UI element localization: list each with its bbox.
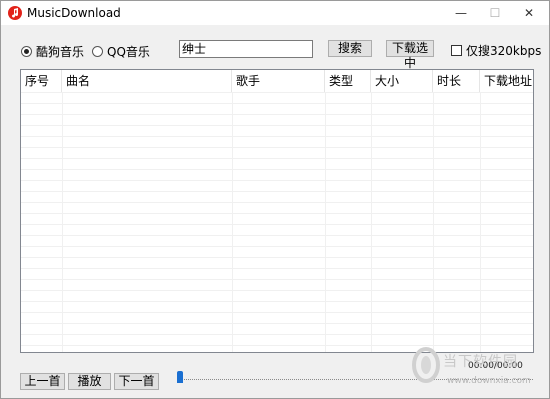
grid-row-line (21, 290, 533, 291)
radio-kugou[interactable]: 酷狗音乐 (21, 43, 84, 60)
grid-row-line (21, 279, 533, 280)
grid-row-line (21, 202, 533, 203)
grid-row-line (21, 301, 533, 302)
app-window: MusicDownload — ☐ ✕ 酷狗音乐 QQ音乐 绅士 搜索 下载选中… (0, 0, 550, 399)
table-header: 序号 曲名 歌手 类型 大小 时长 下载地址 (21, 70, 533, 92)
next-button[interactable]: 下一首 (114, 373, 159, 390)
grid-row-line (21, 345, 533, 346)
grid-row-line (21, 114, 533, 115)
search-button[interactable]: 搜索 (328, 40, 372, 57)
grid-row-line (21, 103, 533, 104)
progress-thumb[interactable] (177, 371, 183, 383)
col-type[interactable]: 类型 (325, 70, 371, 92)
grid-column-line (371, 92, 372, 352)
download-selected-button[interactable]: 下载选中 (386, 40, 434, 70)
col-size[interactable]: 大小 (371, 70, 433, 92)
maximize-button[interactable]: ☐ (478, 1, 512, 25)
col-artist[interactable]: 歌手 (232, 70, 325, 92)
grid-column-line (480, 92, 481, 352)
grid-column-line (232, 92, 233, 352)
minimize-button[interactable]: — (444, 1, 478, 25)
grid-row-line (21, 268, 533, 269)
close-icon: ✕ (523, 6, 535, 20)
radio-kugou-label: 酷狗音乐 (36, 45, 85, 59)
grid-row-line (21, 224, 533, 225)
grid-column-line (325, 92, 326, 352)
grid-row-line (21, 191, 533, 192)
watermark-url: www.downxia.com (447, 376, 531, 386)
search-input[interactable]: 绅士 (179, 40, 313, 58)
grid-row-line (21, 213, 533, 214)
grid-row-line (21, 147, 533, 148)
music-note-icon (8, 6, 22, 20)
grid-row-line (21, 257, 533, 258)
watermark-logo-icon (412, 347, 440, 383)
grid-row-line (21, 312, 533, 313)
minimize-icon: — (455, 6, 467, 20)
grid-column-line (433, 92, 434, 352)
prev-button[interactable]: 上一首 (20, 373, 65, 390)
grid-column-line (62, 92, 63, 352)
grid-row-line (21, 169, 533, 170)
grid-row-line (21, 323, 533, 324)
checkbox-box (451, 45, 462, 56)
grid-row-line (21, 235, 533, 236)
col-index[interactable]: 序号 (21, 70, 62, 92)
grid-row-line (21, 334, 533, 335)
window-title: MusicDownload (27, 6, 121, 20)
col-duration[interactable]: 时长 (433, 70, 480, 92)
only-320kbps-label: 仅搜320kbps (466, 44, 542, 58)
radio-qq[interactable]: QQ音乐 (92, 43, 150, 60)
grid-row-line (21, 246, 533, 247)
radio-qq-indicator (92, 46, 103, 57)
col-title[interactable]: 曲名 (62, 70, 232, 92)
grid-row-line (21, 92, 533, 93)
grid-row-line (21, 158, 533, 159)
title-bar: MusicDownload — ☐ ✕ (1, 1, 549, 25)
grid-row-line (21, 125, 533, 126)
maximize-icon: ☐ (489, 6, 501, 20)
radio-kugou-indicator (21, 46, 32, 57)
watermark-text: 当下软件园 (443, 354, 518, 370)
grid-row-line (21, 136, 533, 137)
grid-row-line (21, 180, 533, 181)
song-table[interactable]: 序号 曲名 歌手 类型 大小 时长 下载地址 (20, 69, 534, 353)
close-button[interactable]: ✕ (512, 1, 546, 25)
radio-qq-label: QQ音乐 (107, 45, 150, 59)
play-button[interactable]: 播放 (68, 373, 111, 390)
only-320kbps-checkbox[interactable]: 仅搜320kbps (451, 42, 541, 59)
col-download-url[interactable]: 下载地址 (480, 70, 533, 92)
